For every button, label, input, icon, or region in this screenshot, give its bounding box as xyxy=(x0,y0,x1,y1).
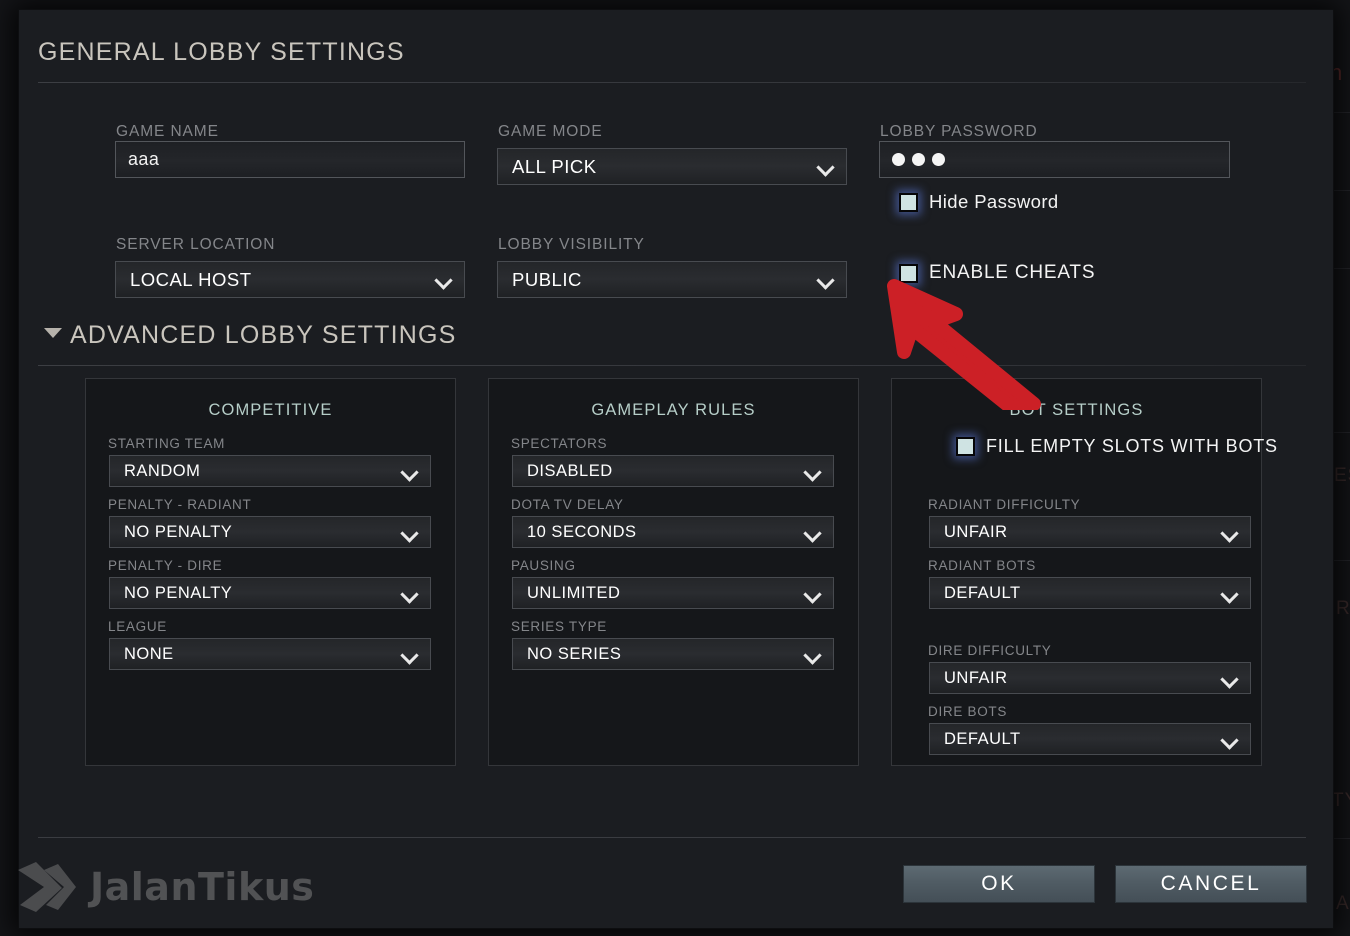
chevron-down-icon xyxy=(401,649,419,660)
radiant-bots-label: RADIANT BOTS xyxy=(928,558,1036,573)
backdrop-fragment: ES xyxy=(1334,465,1350,486)
series-type-value: NO SERIES xyxy=(527,644,622,663)
fill-empty-slots-label: FILL EMPTY SLOTS WITH BOTS xyxy=(986,436,1278,456)
penalty-radiant-dropdown[interactable]: NO PENALTY xyxy=(109,516,431,548)
server-location-label: SERVER LOCATION xyxy=(116,236,276,253)
backdrop-fragment: A xyxy=(1336,893,1350,914)
chevron-down-icon xyxy=(1221,673,1239,684)
chevron-down-icon xyxy=(804,527,822,538)
penalty-radiant-label: PENALTY - RADIANT xyxy=(108,497,252,512)
lobby-visibility-label: LOBBY VISIBILITY xyxy=(498,236,645,253)
game-name-label: GAME NAME xyxy=(116,123,219,140)
password-dot xyxy=(932,153,945,166)
lobby-password-label: LOBBY PASSWORD xyxy=(880,123,1038,140)
hide-password-label: Hide Password xyxy=(929,191,1059,212)
dota-tv-delay-label: DOTA TV DELAY xyxy=(511,497,624,512)
dire-difficulty-value: UNFAIR xyxy=(944,668,1008,687)
ok-button[interactable]: OK xyxy=(903,865,1095,903)
bot-settings-panel: BOT SETTINGS FILL EMPTY SLOTS WITH BOTS … xyxy=(891,378,1277,766)
gameplay-rules-panel: GAMEPLAY RULES SPECTATORS DISABLED DOTA … xyxy=(488,378,859,766)
radiant-bots-dropdown[interactable]: DEFAULT xyxy=(929,577,1251,609)
chevron-down-icon xyxy=(401,588,419,599)
spectators-label: SPECTATORS xyxy=(511,436,608,451)
hide-password-checkbox-row[interactable]: Hide Password xyxy=(899,191,1059,213)
dire-bots-value: DEFAULT xyxy=(944,729,1021,748)
cancel-button[interactable]: CANCEL xyxy=(1115,865,1307,903)
game-mode-value: ALL PICK xyxy=(512,155,597,177)
starting-team-value: RANDOM xyxy=(124,461,201,480)
starting-team-dropdown[interactable]: RANDOM xyxy=(109,455,431,487)
chevron-down-icon xyxy=(804,649,822,660)
chevron-down-icon xyxy=(804,466,822,477)
series-type-dropdown[interactable]: NO SERIES xyxy=(512,638,834,670)
collapse-triangle-icon[interactable] xyxy=(44,328,62,338)
game-name-input[interactable]: aaa xyxy=(115,141,465,178)
chevron-down-icon xyxy=(435,274,453,285)
spectators-dropdown[interactable]: DISABLED xyxy=(512,455,834,487)
spectators-value: DISABLED xyxy=(527,461,613,480)
pausing-value: UNLIMITED xyxy=(527,583,621,602)
competitive-panel-title: COMPETITIVE xyxy=(208,401,333,419)
password-masked-value xyxy=(892,153,945,166)
chevron-down-icon xyxy=(1221,734,1239,745)
radiant-difficulty-dropdown[interactable]: UNFAIR xyxy=(929,516,1251,548)
league-dropdown[interactable]: NONE xyxy=(109,638,431,670)
chevron-down-icon xyxy=(401,527,419,538)
gameplay-rules-panel-title: GAMEPLAY RULES xyxy=(591,401,756,419)
backdrop-fragment: R xyxy=(1336,598,1350,619)
enable-cheats-label: ENABLE CHEATS xyxy=(929,262,1096,283)
pausing-label: PAUSING xyxy=(511,558,576,573)
dire-difficulty-dropdown[interactable]: UNFAIR xyxy=(929,662,1251,694)
jalantikus-watermark: JalanTikus xyxy=(14,858,314,916)
lobby-visibility-dropdown[interactable]: PUBLIC xyxy=(497,261,847,298)
fill-empty-slots-checkbox-row[interactable]: FILL EMPTY SLOTS WITH BOTS xyxy=(956,436,1278,457)
backdrop-fragment: TY xyxy=(1332,790,1350,811)
checkbox-icon[interactable] xyxy=(899,192,918,212)
password-dot xyxy=(892,153,905,166)
lobby-visibility-value: PUBLIC xyxy=(512,268,582,290)
chevron-down-icon xyxy=(804,588,822,599)
general-lobby-settings-header: GENERAL LOBBY SETTINGS xyxy=(38,38,405,66)
footer-divider xyxy=(38,837,1306,838)
game-mode-label: GAME MODE xyxy=(498,123,603,140)
penalty-radiant-value: NO PENALTY xyxy=(124,522,233,541)
chevron-down-icon xyxy=(817,161,835,172)
watermark-text: JalanTikus xyxy=(90,865,315,909)
dire-bots-label: DIRE BOTS xyxy=(928,704,1008,719)
advanced-lobby-settings-header[interactable]: ADVANCED LOBBY SETTINGS xyxy=(70,321,457,350)
dire-difficulty-label: DIRE DIFFICULTY xyxy=(928,643,1052,658)
penalty-dire-value: NO PENALTY xyxy=(124,583,233,602)
server-location-dropdown[interactable]: LOCAL HOST xyxy=(115,261,465,298)
chevron-down-icon xyxy=(1221,527,1239,538)
radiant-difficulty-label: RADIANT DIFFICULTY xyxy=(928,497,1081,512)
general-header-divider xyxy=(38,82,1306,83)
server-location-value: LOCAL HOST xyxy=(130,268,252,290)
penalty-dire-dropdown[interactable]: NO PENALTY xyxy=(109,577,431,609)
dire-bots-dropdown[interactable]: DEFAULT xyxy=(929,723,1251,755)
chevron-down-icon xyxy=(817,274,835,285)
checkbox-icon[interactable] xyxy=(899,263,918,283)
league-label: LEAGUE xyxy=(108,619,167,634)
advanced-header-divider xyxy=(38,365,1306,366)
enable-cheats-checkbox-row[interactable]: ENABLE CHEATS xyxy=(899,262,1095,284)
radiant-difficulty-value: UNFAIR xyxy=(944,522,1008,541)
pausing-dropdown[interactable]: UNLIMITED xyxy=(512,577,834,609)
radiant-bots-value: DEFAULT xyxy=(944,583,1021,602)
password-dot xyxy=(912,153,925,166)
chevron-down-icon xyxy=(401,466,419,477)
checkbox-icon[interactable] xyxy=(956,437,975,456)
dota-tv-delay-dropdown[interactable]: 10 SECONDS xyxy=(512,516,834,548)
bot-settings-panel-title: BOT SETTINGS xyxy=(1009,401,1144,419)
lobby-password-input[interactable] xyxy=(879,141,1230,178)
competitive-panel: COMPETITIVE STARTING TEAM RANDOM PENALTY… xyxy=(85,378,456,766)
league-value: NONE xyxy=(124,644,174,663)
game-mode-dropdown[interactable]: ALL PICK xyxy=(497,148,847,185)
lobby-settings-dialog: GENERAL LOBBY SETTINGS GAME NAME aaa SER… xyxy=(18,9,1334,929)
penalty-dire-label: PENALTY - DIRE xyxy=(108,558,223,573)
series-type-label: SERIES TYPE xyxy=(511,619,607,634)
starting-team-label: STARTING TEAM xyxy=(108,436,226,451)
double-chevron-logo-icon xyxy=(18,862,76,912)
dota-tv-delay-value: 10 SECONDS xyxy=(527,522,637,541)
chevron-down-icon xyxy=(1221,588,1239,599)
